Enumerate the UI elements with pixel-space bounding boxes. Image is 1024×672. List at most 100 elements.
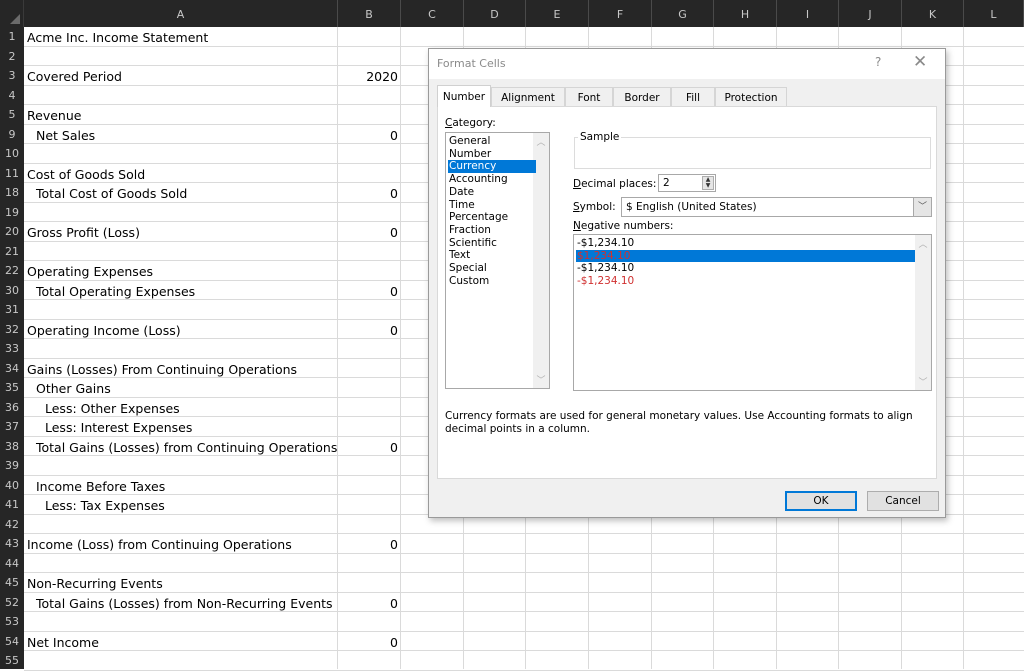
row-header[interactable]: 20 xyxy=(0,222,24,242)
cell-a[interactable]: Net Income xyxy=(27,635,99,650)
cell-a[interactable]: Cost of Goods Sold xyxy=(27,167,145,182)
category-item-scientific[interactable]: Scientific xyxy=(448,237,536,250)
select-all-button[interactable] xyxy=(0,0,24,27)
row-header[interactable]: 22 xyxy=(0,261,24,281)
cell-a[interactable]: Other Gains xyxy=(27,381,111,396)
cell-b[interactable]: 0 xyxy=(338,284,398,299)
cell-b[interactable]: 0 xyxy=(338,128,398,143)
cell-a[interactable]: Gains (Losses) From Continuing Operation… xyxy=(27,362,297,377)
row-header[interactable]: 32 xyxy=(0,320,24,340)
cell-a[interactable]: Total Cost of Goods Sold xyxy=(27,186,187,201)
tab-alignment[interactable]: Alignment xyxy=(491,87,565,107)
row-header[interactable]: 53 xyxy=(0,612,24,632)
row-header[interactable]: 43 xyxy=(0,534,24,554)
column-header-h[interactable]: H xyxy=(714,0,777,27)
cell-a[interactable]: Total Gains (Losses) from Continuing Ope… xyxy=(27,440,337,455)
row-header[interactable]: 9 xyxy=(0,125,24,145)
cancel-button[interactable]: Cancel xyxy=(867,491,939,511)
spin-down-icon[interactable]: ▼ xyxy=(703,183,713,189)
tab-font[interactable]: Font xyxy=(565,87,613,107)
row-header[interactable]: 3 xyxy=(0,66,24,86)
row-header[interactable]: 35 xyxy=(0,378,24,398)
cell-b[interactable]: 0 xyxy=(338,537,398,552)
tab-fill[interactable]: Fill xyxy=(671,87,715,107)
negative-number-option[interactable]: -$1,234.10 xyxy=(576,237,915,250)
cell-a[interactable]: Revenue xyxy=(27,108,81,123)
decimal-places-spinner[interactable]: 2 ▲ ▼ xyxy=(658,174,716,192)
row-header[interactable]: 2 xyxy=(0,47,24,67)
cell-b[interactable]: 0 xyxy=(338,596,398,611)
cell-b[interactable]: 0 xyxy=(338,635,398,650)
row-header[interactable]: 18 xyxy=(0,183,24,203)
category-item-general[interactable]: General xyxy=(448,135,536,148)
column-header-a[interactable]: A xyxy=(24,0,338,27)
category-item-text[interactable]: Text xyxy=(448,249,536,262)
scroll-down-icon[interactable]: ﹀ xyxy=(533,373,549,386)
column-header-b[interactable]: B xyxy=(338,0,401,27)
row-header[interactable]: 41 xyxy=(0,495,24,515)
category-item-accounting[interactable]: Accounting xyxy=(448,173,536,186)
row-header[interactable]: 11 xyxy=(0,164,24,184)
category-item-number[interactable]: Number xyxy=(448,148,536,161)
negative-number-option[interactable]: -$1,234.10 xyxy=(576,262,915,275)
cell-a[interactable]: Operating Expenses xyxy=(27,264,153,279)
row-header[interactable]: 31 xyxy=(0,300,24,320)
row-header[interactable]: 42 xyxy=(0,515,24,535)
column-header-i[interactable]: I xyxy=(777,0,839,27)
cell-a[interactable]: Income (Loss) from Continuing Operations xyxy=(27,537,292,552)
decimal-places-value[interactable]: 2 xyxy=(663,177,670,189)
chevron-down-icon[interactable]: ﹀ xyxy=(913,198,931,216)
column-header-k[interactable]: K xyxy=(902,0,964,27)
tab-border[interactable]: Border xyxy=(613,87,671,107)
category-item-currency[interactable]: Currency xyxy=(448,160,536,174)
row-header[interactable]: 34 xyxy=(0,359,24,379)
row-header[interactable]: 45 xyxy=(0,573,24,593)
row-header[interactable]: 36 xyxy=(0,398,24,418)
row-header[interactable]: 10 xyxy=(0,144,24,164)
column-header-f[interactable]: F xyxy=(589,0,652,27)
cell-a[interactable]: Income Before Taxes xyxy=(27,479,165,494)
negative-numbers-listbox[interactable]: ︿ ﹀ -$1,234.10 $1,234.10 -$1,234.10 -$1,234… xyxy=(573,234,932,391)
category-item-fraction[interactable]: Fraction xyxy=(448,224,536,237)
cell-b[interactable]: 2020 xyxy=(338,69,398,84)
negative-number-option[interactable]: $1,234.10 xyxy=(576,249,915,263)
cell-a[interactable]: Non-Recurring Events xyxy=(27,576,163,591)
cell-a[interactable]: Gross Profit (Loss) xyxy=(27,225,140,240)
ok-button[interactable]: OK xyxy=(785,491,857,511)
column-header-g[interactable]: G xyxy=(652,0,714,27)
cell-b[interactable]: 0 xyxy=(338,225,398,240)
tab-protection[interactable]: Protection xyxy=(715,87,787,107)
column-header-e[interactable]: E xyxy=(526,0,589,27)
category-item-special[interactable]: Special xyxy=(448,262,536,275)
cell-b[interactable]: 0 xyxy=(338,186,398,201)
row-header[interactable]: 19 xyxy=(0,203,24,223)
cell-a[interactable]: Acme Inc. Income Statement xyxy=(27,30,208,45)
column-header-d[interactable]: D xyxy=(464,0,526,27)
row-header[interactable]: 55 xyxy=(0,651,24,671)
row-header[interactable]: 5 xyxy=(0,105,24,125)
cell-a[interactable]: Operating Income (Loss) xyxy=(27,323,181,338)
cell-a[interactable]: Total Operating Expenses xyxy=(27,284,195,299)
column-header-j[interactable]: J xyxy=(839,0,902,27)
dialog-titlebar[interactable]: Format Cells ? ✕ xyxy=(429,49,945,79)
cell-a[interactable]: Net Sales xyxy=(27,128,95,143)
row-header[interactable]: 21 xyxy=(0,242,24,262)
category-listbox[interactable]: ︿ ﹀ General Number Currency Accounting Date T… xyxy=(445,132,550,389)
row-header[interactable]: 52 xyxy=(0,593,24,613)
cell-b[interactable]: 0 xyxy=(338,323,398,338)
scroll-down-icon[interactable]: ﹀ xyxy=(915,375,931,388)
negative-number-option[interactable]: -$1,234.10 xyxy=(576,275,915,288)
category-item-date[interactable]: Date xyxy=(448,186,536,199)
column-header-c[interactable]: C xyxy=(401,0,464,27)
cell-a[interactable]: Total Gains (Losses) from Non-Recurring … xyxy=(27,596,333,611)
row-header[interactable]: 44 xyxy=(0,554,24,574)
scroll-up-icon[interactable]: ︿ xyxy=(915,237,931,250)
tab-number[interactable]: Number xyxy=(437,85,491,107)
category-item-percentage[interactable]: Percentage xyxy=(448,211,536,224)
cell-a[interactable]: Less: Other Expenses xyxy=(27,401,180,416)
row-header[interactable]: 1 xyxy=(0,27,24,47)
cell-a[interactable]: Less: Interest Expenses xyxy=(27,420,192,435)
negative-numbers-scrollbar[interactable]: ︿ ﹀ xyxy=(915,235,931,390)
row-header[interactable]: 39 xyxy=(0,456,24,476)
category-item-time[interactable]: Time xyxy=(448,199,536,212)
